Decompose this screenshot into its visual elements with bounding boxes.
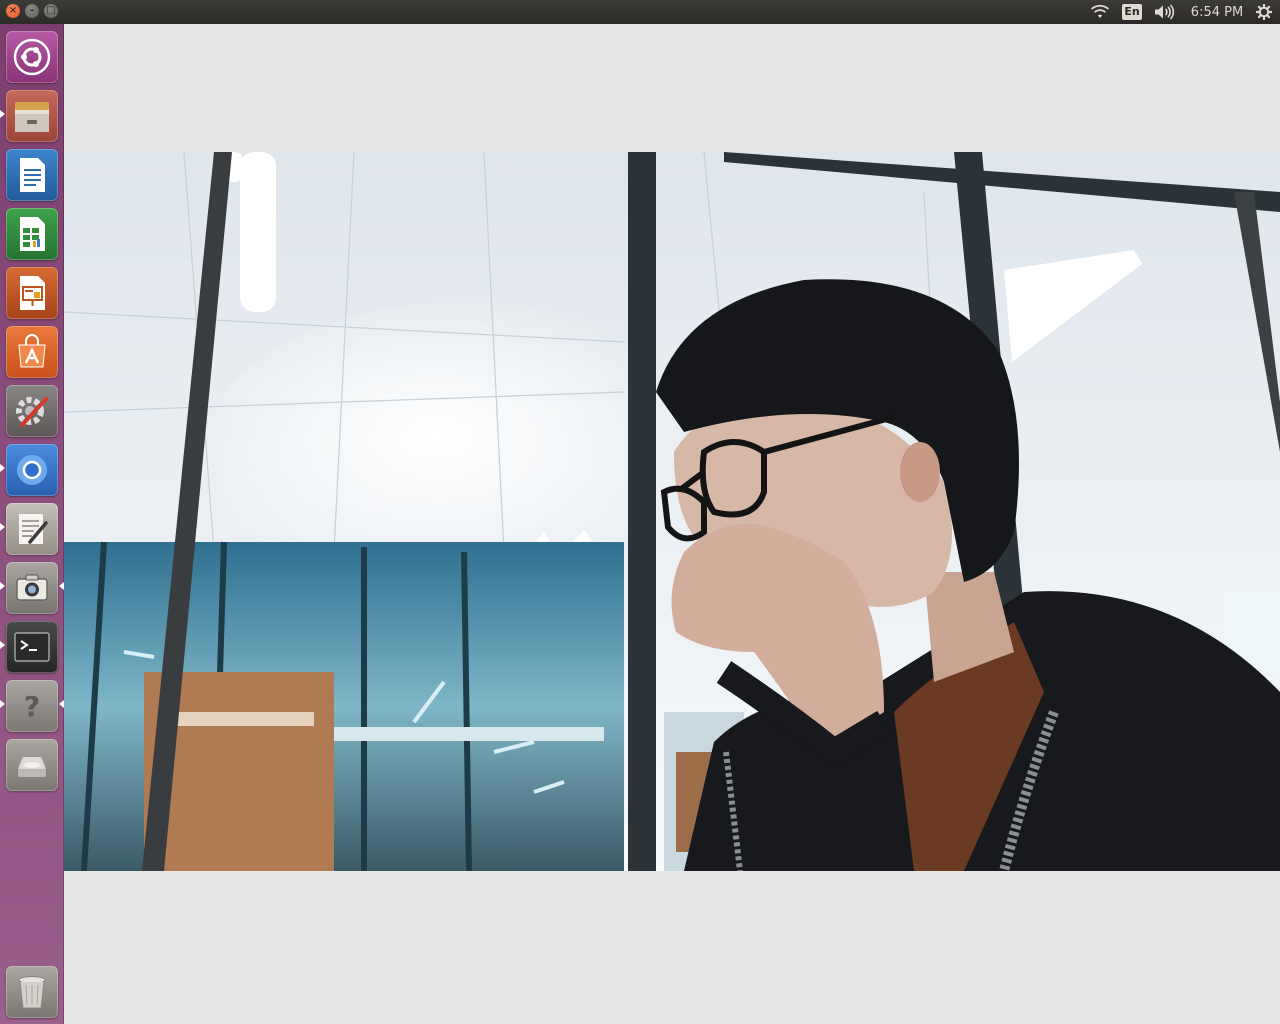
running-indicator [0,582,5,590]
launcher-item-trash[interactable] [6,966,58,1018]
launcher-item-help[interactable]: ? [6,680,58,732]
webcam-preview [64,152,1280,871]
speaker-icon [1155,4,1175,20]
launcher-item-chromium[interactable] [6,444,58,496]
help-icon: ? [24,690,40,723]
launcher-item-files[interactable] [6,90,58,142]
maximize-window-button[interactable]: □ [44,4,58,18]
launcher-item-libreoffice-writer[interactable] [6,149,58,201]
launcher-item-libreoffice-calc[interactable] [6,208,58,260]
file-cabinet-icon [15,102,49,132]
gear-icon [1256,4,1272,20]
chromium-icon [17,455,47,485]
camera-window [64,24,1280,1024]
network-indicator[interactable] [1088,0,1112,24]
running-indicator [0,700,5,708]
launcher-item-libreoffice-impress[interactable] [6,267,58,319]
top-panel: × – □ En 6:54 PM [0,0,1280,24]
text-editor-icon [19,514,48,544]
launcher: ? [0,24,64,1024]
presentation-icon [20,276,45,310]
svg-text:?: ? [24,690,40,723]
close-window-button[interactable]: × [6,4,20,18]
trash-icon [18,976,46,1009]
terminal-icon [14,632,50,662]
spreadsheet-icon [20,217,45,251]
keyboard-indicator[interactable]: En [1122,0,1142,24]
launcher-item-ubuntu-software[interactable] [6,326,58,378]
launcher-item-dash-home[interactable] [6,31,58,83]
camera-icon [16,574,48,601]
disk-drive-icon [18,757,46,777]
launcher-item-terminal[interactable] [6,621,58,673]
shopping-bag-icon [18,334,46,368]
document-icon [20,158,45,192]
settings-wrench-icon [16,397,48,427]
launcher-item-disk[interactable] [6,739,58,791]
wifi-icon [1090,4,1110,18]
launcher-item-text-editor[interactable] [6,503,58,555]
minimize-window-button[interactable]: – [25,4,39,18]
session-indicator[interactable] [1252,0,1276,24]
ubuntu-logo-icon [13,38,51,76]
webcam-image [64,152,1280,871]
launcher-item-system-settings[interactable] [6,385,58,437]
running-indicator [0,110,5,118]
launcher-item-cheese[interactable] [6,562,58,614]
clock-indicator[interactable]: 6:54 PM [1186,0,1248,24]
sound-indicator[interactable] [1152,0,1176,24]
running-indicator [0,464,5,472]
running-indicator [0,641,5,649]
running-indicator [0,523,5,531]
keyboard-language-label: En [1122,4,1142,20]
